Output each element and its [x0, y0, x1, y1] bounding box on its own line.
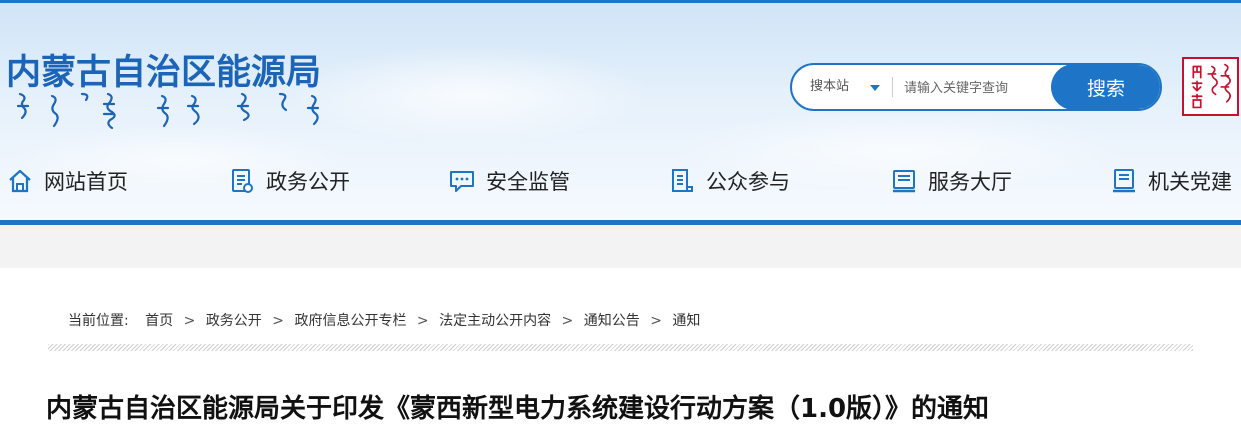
breadcrumb-separator: >: [272, 313, 284, 329]
breadcrumb-item-info-disclosure[interactable]: 政府信息公开专栏: [294, 310, 406, 330]
content-panel: 当前位置: 首页 > 政务公开 > 政府信息公开专栏 > 法定主动公开内容 > …: [0, 268, 1241, 435]
nav-item-public-participation[interactable]: 公众参与: [668, 158, 790, 204]
breadcrumb-item-notice[interactable]: 通知: [672, 310, 700, 330]
service-book-icon: [893, 170, 915, 193]
main-nav: 网站首页 政务公开 安全监管 公众参与 服务大厅 机关党建: [0, 158, 1241, 208]
party-book-icon: [1113, 169, 1135, 193]
breadcrumb-item-home[interactable]: 首页: [145, 310, 173, 330]
clipboard-icon: [672, 169, 693, 192]
site-header: 内蒙古自治区能源局 搜本站 搜索: [0, 0, 1241, 225]
nav-item-service-hall[interactable]: 服务大厅: [890, 158, 1012, 204]
nav-label-safety-supervision: 安全监管: [486, 170, 570, 194]
top-accent-stripe: [0, 0, 1241, 3]
home-icon: [9, 169, 31, 193]
search-box: 搜本站 搜索: [790, 63, 1162, 111]
mongolian-script-logo: [16, 92, 320, 130]
mongolian-seal-icon: [1182, 57, 1239, 116]
breadcrumb-separator: >: [416, 313, 429, 329]
search-scope-label[interactable]: 搜本站: [810, 65, 849, 109]
nav-label-public-participation: 公众参与: [706, 170, 790, 194]
breadcrumb-item-statutory-content[interactable]: 法定主动公开内容: [439, 310, 551, 330]
document-icon: [232, 169, 253, 193]
breadcrumb-separator: >: [650, 313, 662, 329]
article-title: 内蒙古自治区能源局关于印发《蒙西新型电力系统建设行动方案（1.0版）》的通知: [46, 394, 990, 424]
nav-underline-bar: [0, 220, 1241, 225]
breadcrumb-separator: >: [561, 313, 574, 329]
search-divider: [892, 77, 893, 97]
nav-label-government-affairs: 政务公开: [266, 170, 350, 194]
hatched-divider: [48, 344, 1193, 351]
breadcrumb-prefix: 当前位置:: [68, 313, 129, 329]
nav-item-government-affairs[interactable]: 政务公开: [228, 158, 350, 204]
nav-label-home: 网站首页: [44, 170, 128, 194]
nav-item-party-building[interactable]: 机关党建: [1110, 158, 1232, 204]
nav-item-home[interactable]: 网站首页: [6, 158, 128, 204]
chevron-down-icon[interactable]: [870, 85, 880, 91]
breadcrumb-item-government-affairs[interactable]: 政务公开: [206, 310, 262, 330]
nav-label-party-building: 机关党建: [1148, 170, 1232, 194]
nav-label-service-hall: 服务大厅: [928, 170, 1012, 194]
breadcrumb: 当前位置: 首页 > 政务公开 > 政府信息公开专栏 > 法定主动公开内容 > …: [68, 310, 700, 330]
nav-item-safety-supervision[interactable]: 安全监管: [448, 158, 570, 204]
site-title[interactable]: 内蒙古自治区能源局: [6, 44, 321, 95]
breadcrumb-item-announcements[interactable]: 通知公告: [584, 310, 640, 330]
chat-bubble-icon: [450, 171, 474, 192]
breadcrumb-separator: >: [183, 313, 196, 329]
search-button[interactable]: 搜索: [1051, 65, 1160, 109]
search-input[interactable]: [902, 71, 1056, 105]
